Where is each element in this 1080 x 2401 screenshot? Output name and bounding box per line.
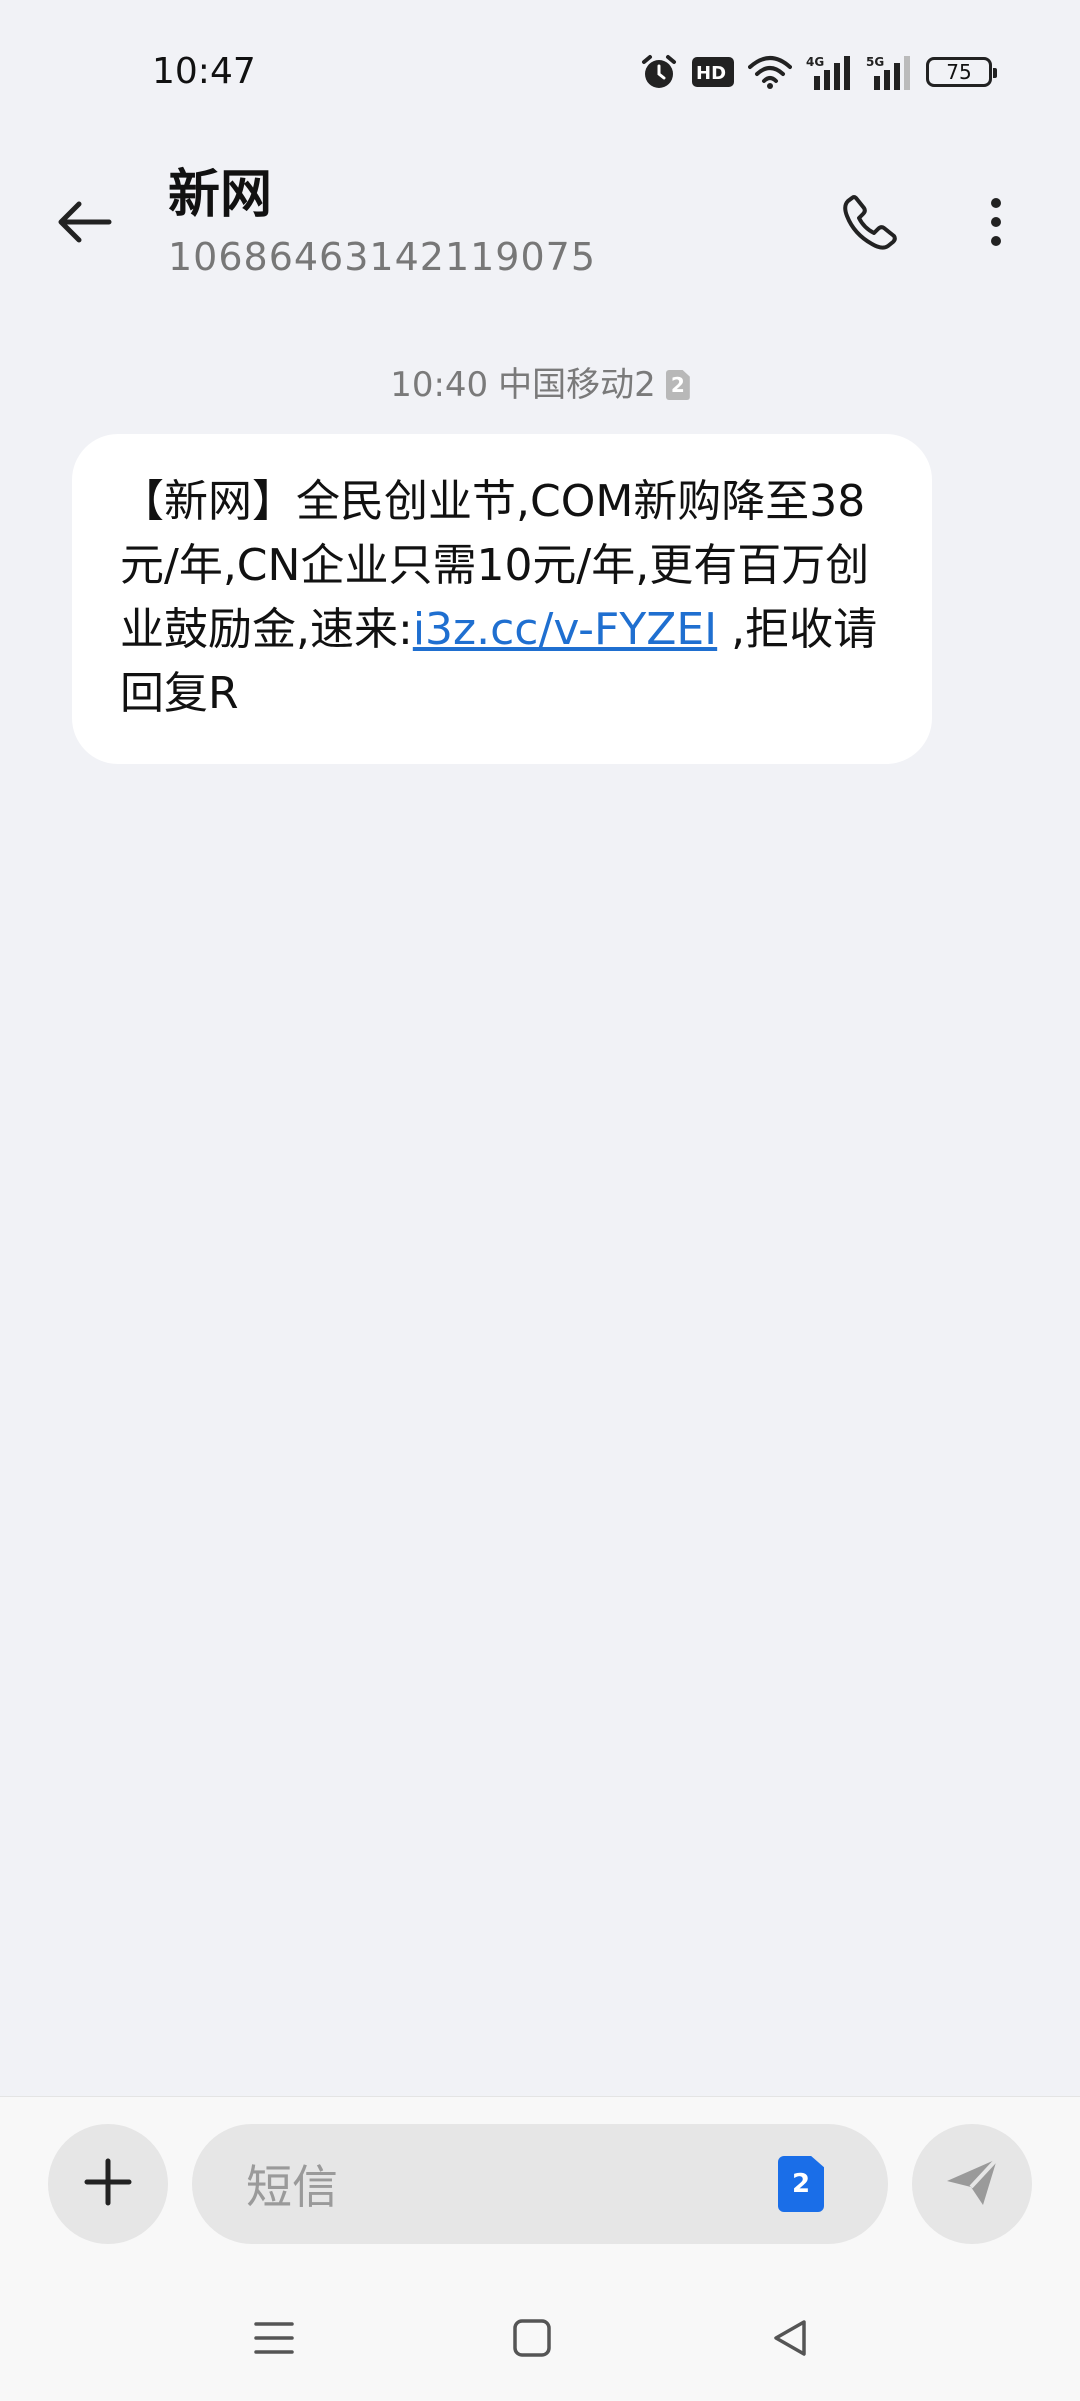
home-icon — [512, 2318, 552, 2362]
status-icons: HD 4G 5G 75 — [640, 50, 997, 94]
message-input[interactable]: 短信 2 — [192, 2124, 888, 2244]
back-arrow-icon — [55, 199, 113, 249]
battery-icon: 75 — [926, 57, 997, 87]
phone-icon — [842, 194, 898, 254]
net-4g-label: 4G — [806, 55, 824, 69]
message-link[interactable]: i3z.cc/v-FYZEI — [413, 604, 717, 655]
hd-label: HD — [696, 63, 726, 84]
more-vertical-icon — [989, 196, 1003, 252]
sim-card-icon: 2 — [665, 370, 690, 400]
add-attachment-button[interactable] — [48, 2124, 168, 2244]
status-bar: 10:47 HD 4G 5G 75 — [0, 0, 1080, 140]
call-button[interactable] — [830, 184, 910, 264]
back-triangle-icon — [770, 2318, 810, 2362]
nav-menu-button[interactable] — [244, 2310, 304, 2370]
nav-home-button[interactable] — [502, 2310, 562, 2370]
contact-number: 10686463142119075 — [168, 235, 597, 279]
signal-4g-icon: 4G — [806, 54, 852, 90]
menu-icon — [254, 2320, 294, 2360]
plus-icon — [83, 2157, 133, 2211]
send-icon — [943, 2155, 1001, 2213]
message-carrier: 中国移动2 — [498, 365, 656, 405]
wifi-icon — [748, 55, 792, 89]
nav-back-button[interactable] — [760, 2310, 820, 2370]
conversation-header: 新网 10686463142119075 — [0, 140, 1080, 310]
hd-icon: HD — [692, 57, 734, 87]
net-5g-label: 5G — [866, 55, 884, 69]
message-time: 10:40 — [390, 365, 489, 405]
message-bubble[interactable]: 【新网】全民创业节,COM新购降至38元/年,CN企业只需10元/年,更有百万创… — [72, 434, 932, 764]
message-input-placeholder: 短信 — [246, 2160, 338, 2214]
contact-name: 新网 — [168, 165, 273, 225]
back-button[interactable] — [44, 184, 124, 264]
sim-select-icon[interactable]: 2 — [778, 2156, 824, 2212]
alarm-icon — [640, 53, 678, 91]
navigation-bar — [0, 2290, 1080, 2380]
message-meta: 10:40 中国移动2 2 — [0, 362, 1080, 408]
send-button[interactable] — [912, 2124, 1032, 2244]
more-options-button[interactable] — [956, 184, 1036, 264]
status-time: 10:47 — [152, 51, 256, 92]
signal-5g-icon: 5G — [866, 54, 912, 90]
battery-level: 75 — [946, 60, 972, 84]
